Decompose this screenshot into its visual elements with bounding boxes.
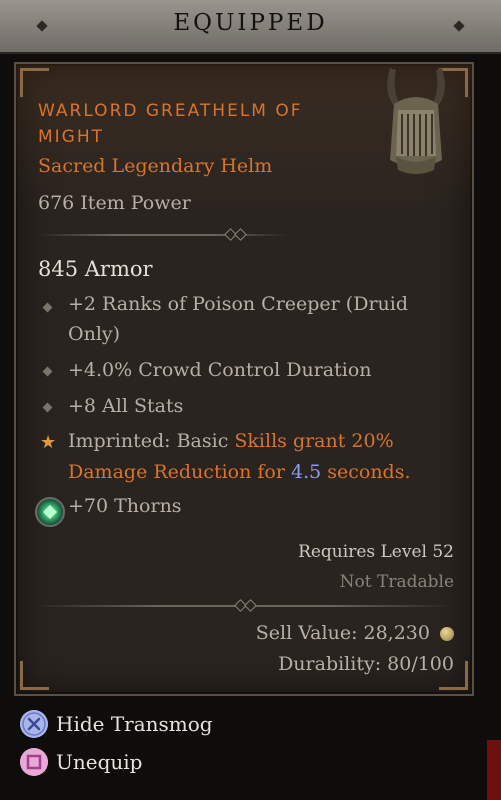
aspect-value: 4.5 [290, 461, 322, 483]
unequip-label: Unequip [56, 750, 143, 774]
aspect-effect: Imprinted: Basic Skills grant 20% [68, 426, 448, 457]
item-tooltip-card: WARLORD GREATHELM OF MIGHT Sacred Legend… [14, 62, 474, 696]
bullet-icon [42, 366, 53, 377]
unequip-button[interactable]: Unequip [20, 748, 280, 778]
sell-value: Sell Value: 28,230 [255, 622, 430, 644]
affix-line: +4.0% Crowd Control Duration [68, 359, 372, 381]
corner-ornament [20, 68, 49, 97]
item-type: Sacred Legendary Helm [38, 155, 273, 177]
aspect-text: Skills grant 20% [234, 430, 394, 452]
header-title: EQUIPPED [173, 10, 328, 36]
aspect-text: Damage Reduction for [68, 461, 285, 483]
socket-bonus: +70 Thorns [68, 495, 182, 517]
bullet-icon [42, 302, 53, 313]
level-requirement: Requires Level 52 [298, 542, 454, 562]
square-button-icon [20, 748, 48, 776]
affix-line: +2 Ranks of Poison Creeper (Druid [68, 293, 409, 315]
aspect-text: Basic [176, 430, 229, 452]
diamond-ornament-icon [244, 599, 257, 612]
cross-button-icon [20, 710, 48, 738]
bullet-icon [42, 402, 53, 413]
side-edge-decoration [487, 740, 501, 800]
aspect-text: seconds. [327, 461, 411, 483]
hide-transmog-label: Hide Transmog [56, 712, 213, 736]
star-icon: ★ [40, 432, 57, 453]
item-power: 676 Item Power [38, 192, 191, 214]
emerald-gem-icon [35, 497, 65, 527]
affix-line: Only) [68, 323, 121, 345]
helm-item-icon [387, 68, 445, 174]
armor-value: 845 Armor [38, 257, 153, 281]
affix-line: +8 All Stats [68, 395, 184, 417]
item-name: WARLORD GREATHELM OF MIGHT [38, 101, 303, 147]
hide-transmog-button[interactable]: Hide Transmog [20, 710, 280, 740]
gold-coin-icon [440, 627, 454, 641]
aspect-prefix: Imprinted: [68, 430, 171, 452]
durability: Durability: 80/100 [278, 653, 454, 675]
section-divider [38, 234, 288, 236]
equipped-header: EQUIPPED [0, 0, 501, 54]
corner-ornament [20, 661, 49, 690]
diamond-ornament-icon [234, 228, 247, 241]
tradable-status: Not Tradable [339, 572, 454, 592]
aspect-effect-line2: Damage Reduction for 4.5 seconds. [68, 457, 448, 488]
